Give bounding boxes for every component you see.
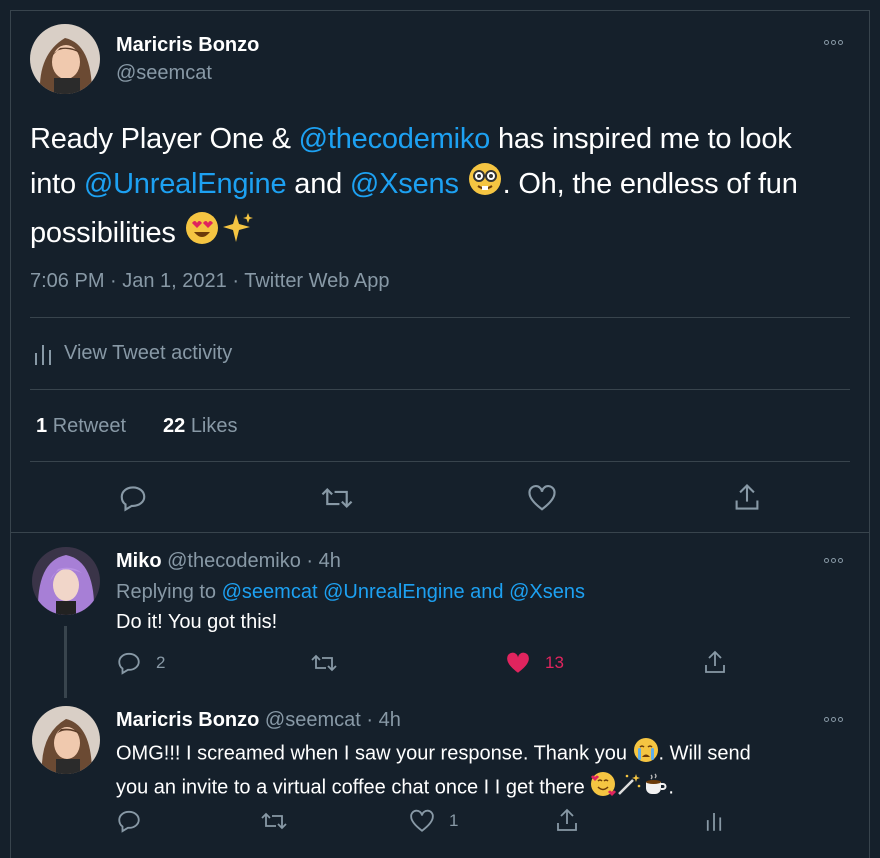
likes-stat[interactable]: 22 Likes [163, 415, 238, 438]
reply-text: OMG!!! I screamed when I saw your respon… [116, 737, 836, 805]
replying-to-mention[interactable]: @Xsens [509, 581, 585, 603]
tweet-text: Ready Player One & @thecodemiko has insp… [30, 118, 830, 259]
share-icon [735, 483, 759, 510]
reply-icon [118, 810, 140, 833]
replying-to-conjunction: and [470, 581, 504, 603]
likes-label: Likes [190, 415, 238, 437]
view-tweet-activity-link[interactable]: View Tweet activity [34, 342, 232, 365]
reply-author-avatar[interactable] [32, 706, 100, 774]
analytics-icon [706, 813, 722, 831]
like-button[interactable]: 13 [505, 651, 564, 675]
analytics-icon [35, 344, 51, 365]
reply-button[interactable] [118, 483, 148, 513]
share-icon [557, 808, 577, 831]
reply-count: 2 [156, 653, 166, 672]
retweets-stat[interactable]: 1 Retweet [36, 415, 126, 438]
retweets-count: 1 [36, 415, 48, 437]
author-handle[interactable]: @seemcat [116, 62, 212, 85]
share-icon [705, 650, 725, 673]
sparkles-emoji-icon [220, 210, 256, 259]
replying-to-mention[interactable]: @seemcat [222, 581, 318, 603]
retweet-icon [261, 812, 287, 830]
thread-line [64, 626, 67, 698]
heart-icon [528, 485, 556, 511]
more-options-icon[interactable] [824, 40, 843, 45]
reply-text-segment: you an invite to a virtual coffee chat o… [116, 776, 591, 799]
tweet-meta: 7:06 PM · Jan 1, 2021 · Twitter Web App [30, 270, 390, 292]
reply-author-avatar[interactable] [32, 547, 100, 615]
reply-author-handle[interactable]: @seemcat [265, 709, 361, 731]
reply-time[interactable]: · 4h [306, 550, 340, 572]
reply-icon [120, 486, 146, 512]
replying-to-prefix: Replying to [116, 581, 222, 603]
retweets-label: Retweet [52, 415, 127, 437]
tweet-text-segment: and [286, 168, 350, 201]
nerd-face-emoji-icon [467, 161, 503, 210]
share-button[interactable] [703, 649, 727, 675]
tweet-text-segment: Ready Player One & [30, 123, 299, 155]
reply-button[interactable] [116, 808, 142, 834]
mention-link[interactable]: @Xsens [350, 168, 459, 200]
reply-text-segment: . Will send [658, 742, 751, 765]
divider [10, 532, 870, 533]
share-button[interactable] [555, 807, 579, 833]
divider [30, 389, 850, 390]
author-name[interactable]: Maricris Bonzo [116, 34, 259, 57]
like-button[interactable]: 1 [409, 809, 458, 833]
heart-filled-icon [507, 652, 529, 673]
divider [30, 461, 850, 462]
replying-to-mention[interactable]: @UnrealEngine [323, 581, 465, 603]
reply-text-line: OMG!!! I screamed when I saw your respon… [116, 737, 836, 771]
mention-link[interactable]: @thecodemiko [299, 123, 491, 155]
reply-author-name[interactable]: Maricris Bonzo [116, 709, 259, 731]
divider [30, 317, 850, 318]
like-button[interactable] [527, 484, 557, 512]
reply-text: Do it! You got this! [116, 611, 278, 633]
reply-text-segment: OMG!!! I screamed when I saw your respon… [116, 742, 633, 765]
like-count: 1 [449, 811, 459, 830]
reply-time[interactable]: · 4h [366, 709, 400, 731]
heart-eyes-emoji-icon [184, 210, 220, 259]
replying-to: Replying to @seemcat @UnrealEngine and @… [116, 578, 585, 606]
like-count: 13 [545, 653, 564, 672]
crying-face-emoji-icon [633, 737, 659, 771]
more-options-icon[interactable] [824, 558, 843, 563]
reply-header: Maricris Bonzo @seemcat · 4h [116, 709, 401, 732]
mention-link[interactable]: @UnrealEngine [84, 168, 287, 200]
reply-icon [118, 652, 140, 675]
reply-header: Miko @thecodemiko · 4h [116, 550, 341, 573]
likes-count: 22 [163, 415, 186, 437]
retweet-button[interactable] [320, 483, 354, 513]
heart-icon [410, 809, 434, 832]
retweet-icon [321, 487, 353, 509]
retweet-icon [311, 654, 337, 672]
reply-button[interactable]: 2 [116, 650, 165, 676]
smiling-hearts-emoji-icon [590, 771, 617, 805]
reply-text-segment: . [668, 776, 674, 799]
magic-wand-emoji-icon [616, 771, 642, 805]
share-button[interactable] [733, 482, 761, 512]
retweet-button[interactable] [310, 650, 338, 676]
reply-author-name[interactable]: Miko [116, 550, 162, 572]
view-tweet-activity-label: View Tweet activity [64, 342, 233, 364]
more-options-icon[interactable] [824, 717, 843, 722]
author-avatar[interactable] [30, 24, 100, 94]
coffee-emoji-icon [642, 771, 668, 805]
reply-author-handle[interactable]: @thecodemiko [167, 550, 301, 572]
retweet-button[interactable] [260, 808, 288, 834]
tweet-analytics-button[interactable] [706, 810, 722, 832]
reply-text-line: you an invite to a virtual coffee chat o… [116, 771, 836, 805]
